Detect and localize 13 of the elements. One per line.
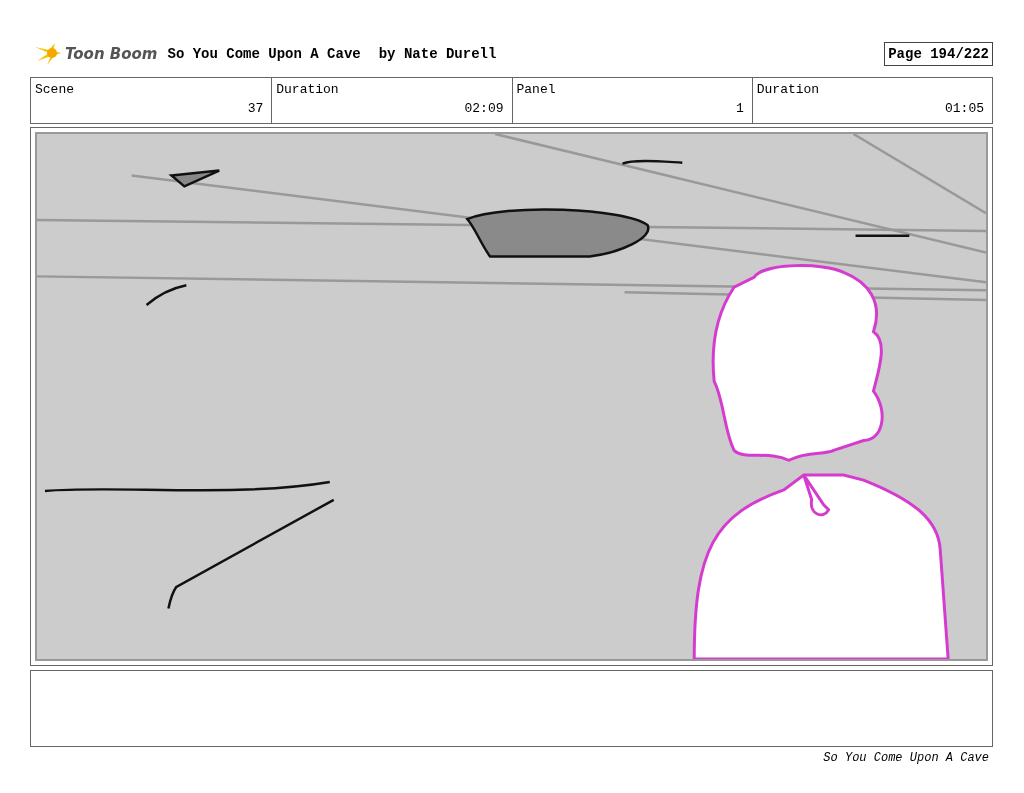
- cell-label: Duration: [276, 82, 339, 97]
- cell-value: 02:09: [464, 101, 504, 116]
- storyboard-title: So You Come Upon A Cave: [167, 46, 361, 62]
- cell-value: 1: [735, 101, 744, 116]
- author-text: by Nate Durell: [378, 46, 498, 62]
- cell-label: Scene: [35, 82, 74, 97]
- cell-label: Panel: [516, 82, 556, 97]
- footer-text: So You Come Upon A Cave: [823, 751, 989, 765]
- page-number: Page 194/222: [884, 42, 993, 66]
- logo-text: Toon Boom: [65, 45, 158, 63]
- cell-label: Duration: [756, 82, 820, 97]
- cell-value: 37: [247, 101, 264, 116]
- cell-value: 01:05: [945, 101, 984, 116]
